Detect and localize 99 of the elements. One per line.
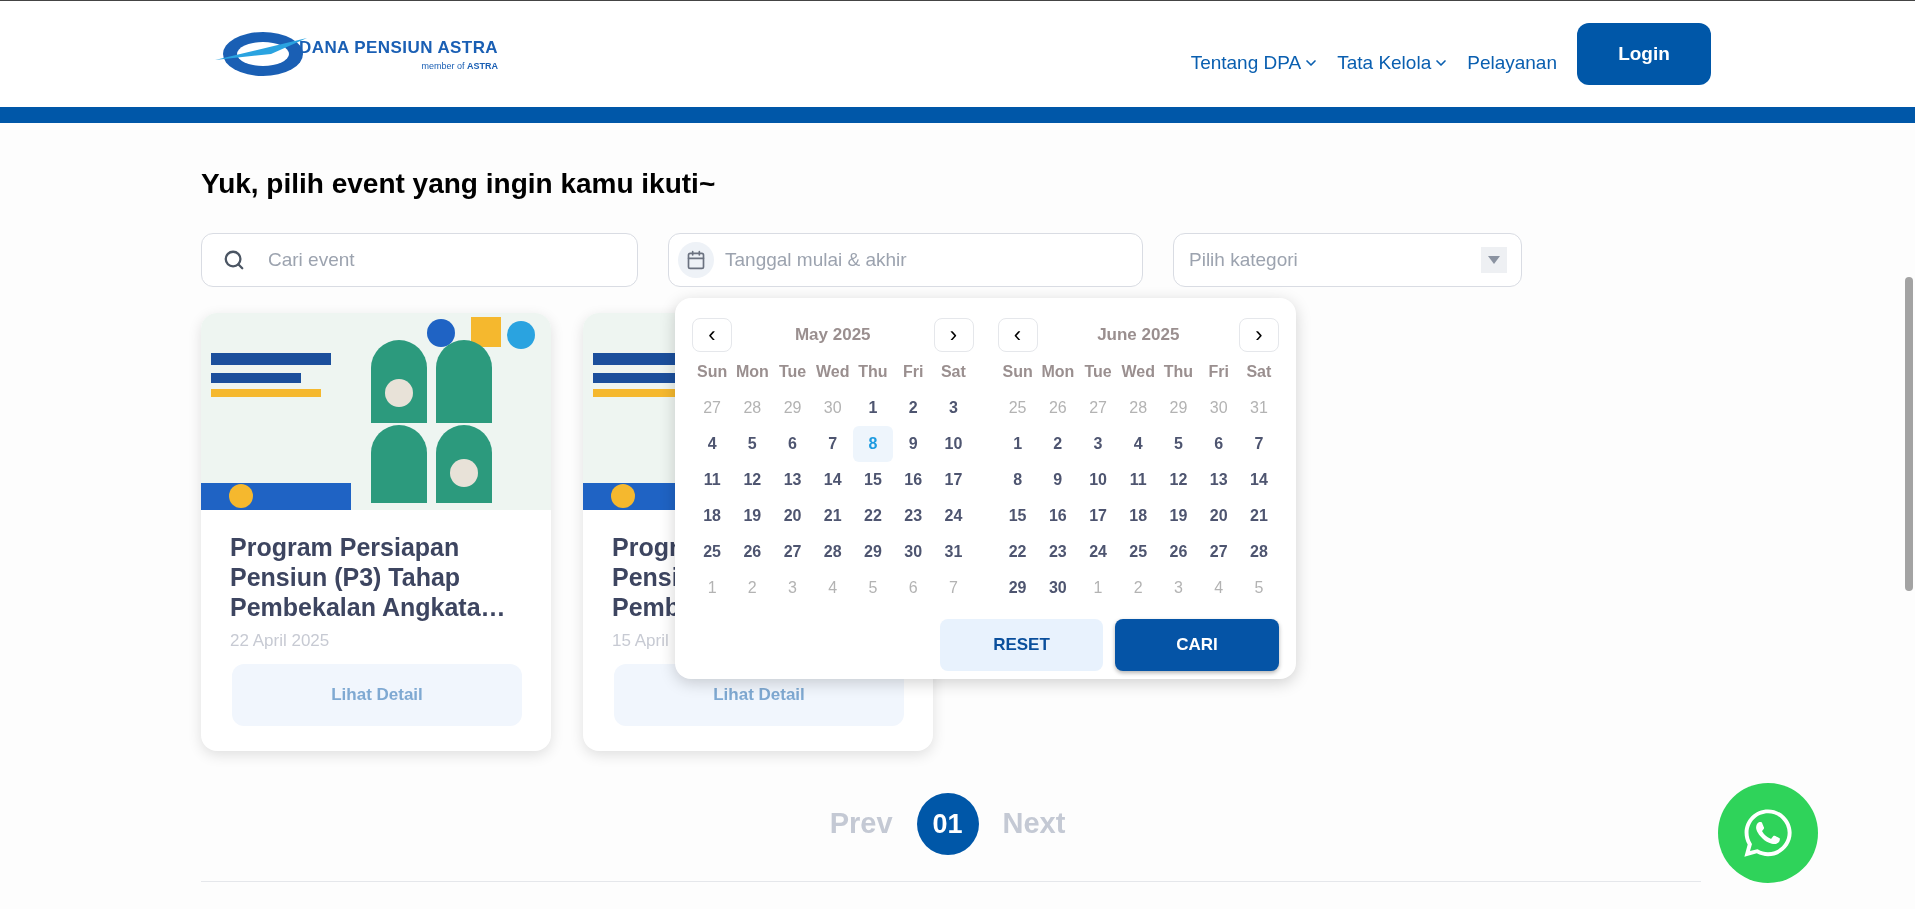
month-title: May 2025: [794, 324, 871, 347]
calendar-day[interactable]: 15: [997, 498, 1038, 534]
calendar-day[interactable]: 9: [1037, 462, 1078, 498]
calendar-day[interactable]: 7: [1238, 426, 1279, 462]
weekday-label: Wed: [1120, 362, 1156, 382]
calendar-day[interactable]: 16: [1037, 498, 1078, 534]
calendar-day[interactable]: 22: [997, 534, 1038, 570]
calendar-day[interactable]: 25: [1118, 534, 1159, 570]
calendar-day[interactable]: 17: [933, 462, 974, 498]
calendar-day[interactable]: 13: [1198, 462, 1239, 498]
calendar-day[interactable]: 20: [1198, 498, 1239, 534]
calendar-day[interactable]: 15: [852, 462, 894, 498]
calendar-day[interactable]: 25: [692, 534, 733, 570]
calendar-day[interactable]: 10: [933, 426, 974, 462]
weekday-label: Wed: [815, 362, 851, 382]
nav-link[interactable]: Tentang DPA: [1190, 48, 1320, 78]
calendar-day[interactable]: 23: [1037, 534, 1078, 570]
category-select[interactable]: Pilih kategori: [1173, 233, 1522, 287]
weekday-label: Thu: [1162, 362, 1195, 382]
calendar-day[interactable]: 27: [772, 534, 813, 570]
event-date: 22 April 2025: [230, 630, 330, 652]
dropdown-caret-icon: [1481, 247, 1507, 273]
calendar-day[interactable]: 29: [997, 570, 1038, 606]
calendar-day[interactable]: 19: [732, 498, 773, 534]
calendar-day[interactable]: 26: [732, 534, 773, 570]
nav-link[interactable]: Tata Kelola: [1337, 48, 1450, 78]
calendar-day[interactable]: 28: [1238, 534, 1279, 570]
calendar-day[interactable]: 4: [692, 426, 733, 462]
calendar-day[interactable]: 16: [893, 462, 934, 498]
calendar-day[interactable]: 5: [732, 426, 773, 462]
next-month-button[interactable]: ›: [1239, 318, 1279, 352]
weekday-label: Fri: [901, 362, 925, 382]
page-heading: Yuk, pilih event yang ingin kamu ikuti~: [201, 167, 717, 201]
calendar-day[interactable]: 21: [812, 498, 853, 534]
calendar-day[interactable]: 9: [893, 426, 934, 462]
calendar-day[interactable]: 12: [732, 462, 773, 498]
whatsapp-icon: [1741, 806, 1795, 860]
calendar-day[interactable]: 24: [1077, 534, 1119, 570]
weekday-label: Sun: [696, 362, 729, 382]
logo-name: DANA PENSIUN ASTRA: [299, 36, 499, 59]
calendar-day[interactable]: 18: [692, 498, 733, 534]
calendar-day[interactable]: 28: [812, 534, 853, 570]
calendar-day[interactable]: 2: [893, 390, 934, 426]
calendar-day[interactable]: 14: [1238, 462, 1279, 498]
event-title: Program Persiapan Pensiun (P3) Tahap Pembekalan Angkata…: [230, 532, 506, 622]
weekday-label: Fri: [1207, 362, 1230, 382]
calendar-day[interactable]: 31: [933, 534, 974, 570]
calendar-day[interactable]: 10: [1077, 462, 1119, 498]
reset-button[interactable]: RESET: [940, 619, 1103, 671]
search-field[interactable]: Cari event: [201, 233, 638, 287]
event-date: 15 April: [612, 630, 669, 652]
weekday-label: Sun: [1001, 362, 1034, 382]
calendar-day[interactable]: 2: [1037, 426, 1078, 462]
calendar-day[interactable]: 4: [1118, 426, 1159, 462]
calendar-day[interactable]: 21: [1238, 498, 1279, 534]
calendar-day[interactable]: 19: [1158, 498, 1199, 534]
weekday-label: Mon: [734, 362, 770, 382]
calendar-day[interactable]: 20: [772, 498, 813, 534]
calendar-day[interactable]: 23: [893, 498, 934, 534]
date-range-field[interactable]: Tanggal mulai & akhir: [668, 233, 1143, 287]
search-icon: [223, 249, 245, 271]
weekday-label: Tue: [1083, 362, 1113, 382]
login-button[interactable]: Login: [1577, 23, 1711, 85]
calendar-day[interactable]: 26: [1158, 534, 1199, 570]
logo-tagline: member of ASTRA: [421, 60, 499, 73]
calendar-day[interactable]: 17: [1077, 498, 1119, 534]
calendar-day[interactable]: 13: [772, 462, 813, 498]
calendar-day[interactable]: 11: [692, 462, 733, 498]
calendar-day[interactable]: 18: [1118, 498, 1159, 534]
next-month-button[interactable]: ›: [933, 318, 974, 352]
weekday-label: Sat: [939, 362, 967, 382]
calendar-day[interactable]: 22: [852, 498, 894, 534]
previous-month-button[interactable]: ‹: [997, 318, 1038, 352]
page-button[interactable]: 01: [916, 793, 979, 855]
previous-month-button[interactable]: ‹: [692, 318, 732, 352]
calendar-day[interactable]: 11: [1118, 462, 1159, 498]
month-title: June 2025: [1097, 324, 1180, 347]
search-submit-button[interactable]: CARI: [1115, 619, 1279, 671]
calendar-day[interactable]: 12: [1158, 462, 1199, 498]
calendar-day[interactable]: 3: [933, 390, 974, 426]
calendar-day[interactable]: 3: [1077, 426, 1119, 462]
calendar-day[interactable]: 14: [812, 462, 853, 498]
calendar-day[interactable]: 5: [1158, 426, 1199, 462]
calendar-day[interactable]: 6: [1198, 426, 1239, 462]
calendar-day[interactable]: 24: [933, 498, 974, 534]
nav-link[interactable]: Pelayanan: [1467, 48, 1557, 78]
weekday-label: Thu: [857, 362, 889, 382]
weekday-label: Mon: [1040, 362, 1076, 382]
calendar-day[interactable]: 29: [852, 534, 894, 570]
calendar-day[interactable]: 30: [1037, 570, 1078, 606]
calendar-day[interactable]: 27: [1198, 534, 1239, 570]
calendar-day[interactable]: 7: [812, 426, 853, 462]
calendar-day[interactable]: 8: [997, 462, 1038, 498]
weekday-label: Tue: [777, 362, 808, 382]
calendar-day[interactable]: 30: [893, 534, 934, 570]
calendar-day[interactable]: 6: [772, 426, 813, 462]
calendar-day[interactable]: 1: [852, 390, 894, 426]
calendar-day[interactable]: 1: [997, 426, 1038, 462]
weekday-label: Sat: [1245, 362, 1273, 382]
